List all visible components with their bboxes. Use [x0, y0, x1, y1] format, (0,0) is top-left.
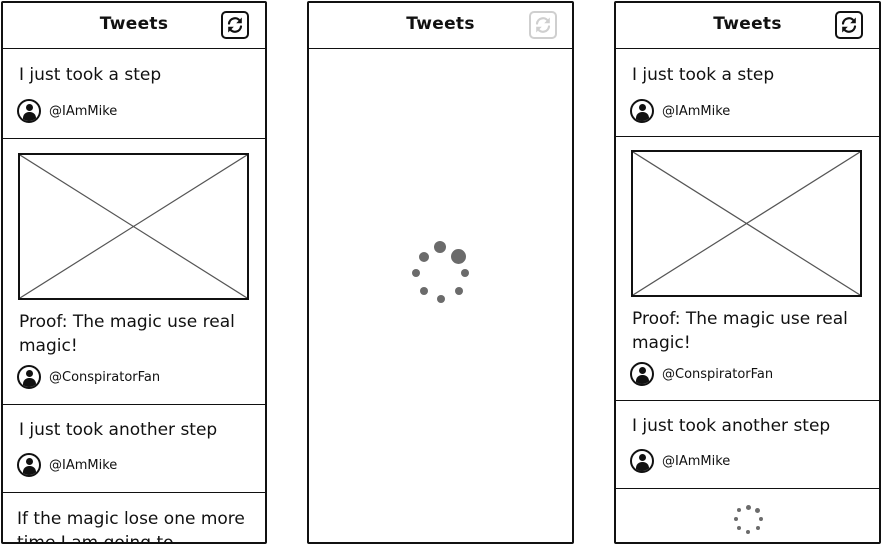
author-handle: @IAmMike: [662, 453, 731, 469]
panel-header: Tweets: [309, 3, 572, 49]
tweet-item[interactable]: If the magic lose one more time I am goi…: [3, 493, 265, 544]
avatar: [630, 449, 654, 473]
avatar: [17, 365, 41, 389]
author-handle: @ConspiratorFan: [662, 366, 774, 382]
refresh-button[interactable]: [221, 11, 249, 39]
refresh-icon: [839, 15, 859, 35]
author-handle: @IAmMike: [49, 103, 118, 119]
tweet-author[interactable]: @ConspiratorFan: [630, 360, 773, 388]
author-handle: @IAmMike: [49, 457, 118, 473]
tweet-item[interactable]: I just took another step @IAmMike: [616, 401, 879, 489]
refresh-button-disabled: [529, 11, 557, 39]
loading-spinner-icon: [411, 241, 471, 303]
tweet-text: I just took another step: [632, 416, 831, 436]
tweet-author[interactable]: @ConspiratorFan: [17, 363, 160, 391]
avatar: [630, 99, 654, 123]
tweet-item[interactable]: I just took a step @IAmMike: [3, 49, 265, 139]
refresh-icon: [225, 15, 245, 35]
refresh-icon: [533, 15, 553, 35]
tweet-text: I just took a step: [19, 65, 162, 85]
tweet-item[interactable]: I just took a step @IAmMike: [616, 49, 879, 137]
tweets-panel-loading-more: Tweets I just took a step @IAmMike Proof…: [614, 1, 881, 544]
tweets-panel-loaded: Tweets I just took a step @IAmMike Proof…: [1, 1, 267, 544]
tweet-author[interactable]: @IAmMike: [630, 97, 730, 125]
tweet-text: Proof: The magic use real magic!: [632, 309, 848, 353]
panel-header: Tweets: [616, 3, 879, 49]
tweet-item[interactable]: I just took another step @IAmMike: [3, 405, 265, 493]
tweet-author[interactable]: @IAmMike: [630, 447, 730, 475]
tweet-item[interactable]: Proof: The magic use real magic! @Conspi…: [616, 137, 879, 401]
tweet-text: If the magic lose one more time I am goi…: [17, 509, 245, 544]
author-handle: @IAmMike: [662, 103, 731, 119]
tweet-text: I just took another step: [19, 420, 218, 440]
avatar: [17, 99, 41, 123]
tweet-author[interactable]: @IAmMike: [17, 97, 117, 125]
tweet-text: I just took a step: [632, 65, 775, 85]
tweet-author[interactable]: @IAmMike: [17, 451, 117, 479]
avatar: [17, 453, 41, 477]
loading-spinner-icon: [734, 505, 764, 535]
author-handle: @ConspiratorFan: [49, 369, 161, 385]
tweet-item[interactable]: Proof: The magic use real magic! @Conspi…: [3, 139, 265, 405]
panel-header: Tweets: [3, 3, 265, 49]
tweet-text: Proof: The magic use real magic!: [19, 312, 235, 356]
tweets-panel-loading: Tweets: [307, 1, 574, 544]
refresh-button[interactable]: [835, 11, 863, 39]
tweet-image-placeholder[interactable]: [18, 153, 249, 300]
avatar: [630, 362, 654, 386]
tweet-image-placeholder[interactable]: [631, 150, 862, 297]
